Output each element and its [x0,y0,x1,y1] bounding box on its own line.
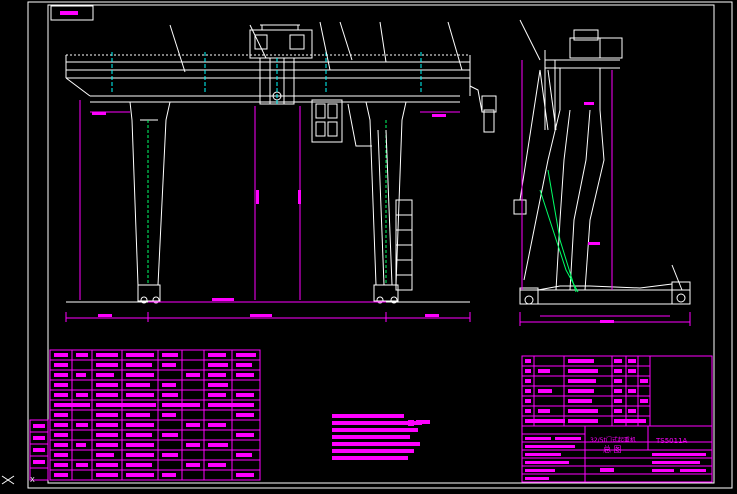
bottom-left-marker [1,475,15,485]
title-block-cells [525,359,706,480]
front-dimensions [65,21,471,322]
crane-name: 32/5t门式起重机 [590,437,636,444]
bottom-left-tag: X [30,476,35,484]
drawing-name: 总 图 [603,445,622,454]
front-view [65,24,497,304]
drawing-number: TS5011A [656,437,688,445]
parts-list-left-text [54,353,256,477]
top-left-tag [60,11,78,15]
side-view [513,29,691,305]
technical-notes [332,414,430,460]
cad-drawing-canvas [1,1,733,489]
dim-span-label [250,314,272,317]
parts-list-left [49,349,261,481]
left-leg [129,101,171,286]
ladder-right [377,129,393,286]
